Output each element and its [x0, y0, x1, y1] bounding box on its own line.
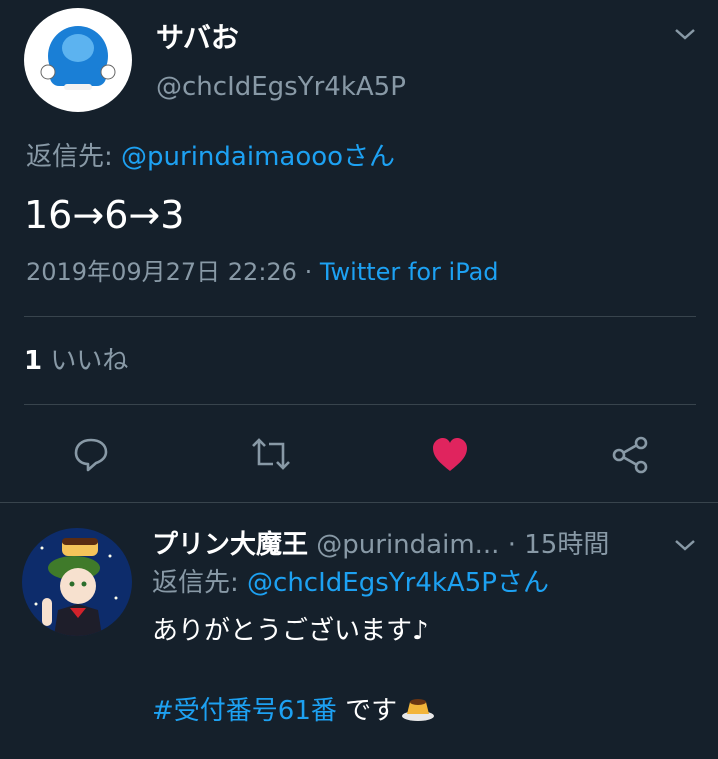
like-icon[interactable] — [428, 434, 472, 476]
reply-avatar[interactable] — [22, 528, 132, 636]
reply-to-link[interactable]: @purindaimaooo — [121, 142, 343, 172]
avatar[interactable] — [24, 8, 132, 112]
reply-to-link[interactable]: @chcIdEgsYr4kA5P — [247, 568, 497, 598]
reply-label: 返信先: — [26, 142, 122, 172]
timestamp: 2019年09月27日 22:26 — [26, 258, 297, 286]
meta-dot: · — [296, 258, 320, 286]
source-link[interactable]: Twitter for iPad — [320, 258, 499, 286]
like-count: 1 — [24, 346, 43, 376]
reply-time[interactable]: · 15時間 — [499, 530, 610, 560]
reply-label: 返信先: — [152, 568, 248, 598]
tweet-text: 16→6→3 — [24, 193, 185, 237]
divider — [24, 316, 696, 317]
like-count-row[interactable]: 1 いいね — [24, 344, 128, 378]
reply-display-name[interactable]: プリン大魔王 — [152, 530, 308, 560]
reply-line2-suffix: です — [336, 696, 398, 726]
reply-header: プリン大魔王 @purindaim... · 15時間 — [152, 528, 609, 562]
reply-context: 返信先: @purindaimaoooさん — [26, 140, 395, 174]
divider — [24, 404, 696, 405]
reply-icon[interactable] — [70, 434, 112, 474]
tweet-meta: 2019年09月27日 22:26 · Twitter for iPad — [26, 256, 499, 288]
reply-context: 返信先: @chcIdEgsYr4kA5Pさん — [152, 566, 549, 600]
divider — [0, 502, 718, 503]
reply-suffix: さん — [496, 568, 549, 598]
reply-handle[interactable]: @purindaim... — [316, 530, 499, 560]
doraemon-avatar-image — [40, 26, 116, 90]
handle[interactable]: @chcIdEgsYr4kA5P — [156, 70, 406, 104]
reply-text-line2: #受付番号61番 です — [152, 692, 435, 731]
pudding-emoji-icon — [401, 692, 435, 731]
reply-text-line1: ありがとうございます♪ — [152, 616, 429, 646]
hashtag-link[interactable]: #受付番号61番 — [152, 696, 337, 726]
pudding-character-avatar-image — [34, 538, 118, 636]
chevron-down-icon[interactable] — [674, 26, 696, 42]
retweet-icon[interactable] — [248, 434, 294, 474]
reply-suffix: さん — [343, 142, 396, 172]
share-icon[interactable] — [608, 434, 652, 476]
display-name[interactable]: サバお — [156, 20, 239, 56]
like-label: いいね — [42, 346, 129, 376]
chevron-down-icon[interactable] — [674, 537, 696, 553]
